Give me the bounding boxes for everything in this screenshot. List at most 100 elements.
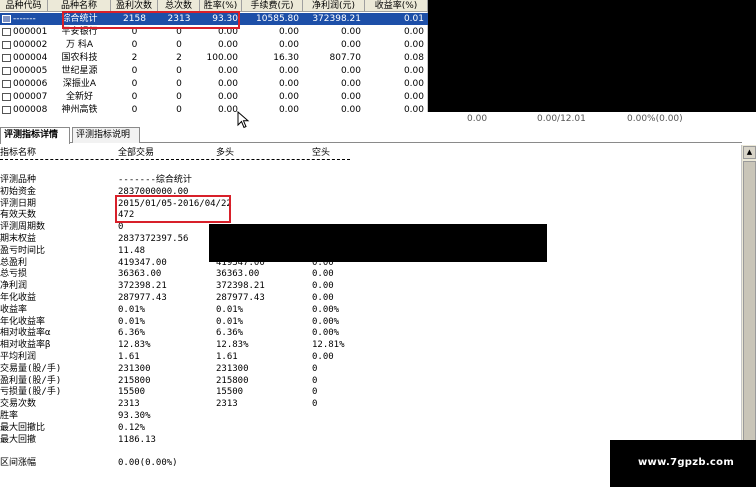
cell-fee: 0.00 bbox=[278, 105, 299, 115]
cell-total: 2 bbox=[176, 53, 182, 63]
report-value-short: 0 bbox=[312, 399, 318, 410]
report-metric-name: 区间涨幅 bbox=[0, 458, 37, 469]
report-row: 相对收益率β 12.83% 12.83% 12.81% bbox=[0, 339, 741, 351]
report-metric-name: 总亏损 bbox=[0, 269, 28, 280]
report-header-metric: 指标名称 bbox=[0, 148, 37, 158]
cell-wins: 0 bbox=[131, 40, 138, 50]
tab-metric-explanation[interactable]: 评测指标说明 bbox=[72, 127, 140, 143]
cell-yield: 0.00 bbox=[403, 66, 424, 76]
report-metric-name: 净利润 bbox=[0, 281, 28, 292]
report-value-all: 0.01% bbox=[118, 304, 146, 315]
report-metric-name: 最大回撤比 bbox=[0, 422, 46, 433]
report-value-all: 2313 bbox=[118, 399, 140, 410]
report-value-long: 372398.21 bbox=[216, 281, 265, 292]
report-metric-name: 最大回撤 bbox=[0, 434, 37, 445]
highlight-box-dates bbox=[115, 195, 231, 223]
report-value-short: 0.00% bbox=[312, 328, 340, 339]
report-value-long: 36363.00 bbox=[216, 269, 260, 280]
cell-code: 000005 bbox=[13, 66, 48, 76]
ghost-cell: 0.00 bbox=[467, 114, 488, 124]
report-value-all: 0.00(0.00%) bbox=[118, 458, 178, 469]
cell-yield: 0.00 bbox=[403, 40, 424, 50]
report-value-long: 0.01% bbox=[216, 316, 244, 327]
highlight-box-summary bbox=[62, 11, 240, 29]
report-metric-name: 评测周期数 bbox=[0, 222, 46, 233]
cell-name: 神州高铁 bbox=[61, 105, 98, 115]
cell-profit: 0.00 bbox=[340, 66, 361, 76]
cell-fee: 0.00 bbox=[278, 27, 299, 37]
cell-fee: 0.00 bbox=[278, 92, 299, 102]
table-row[interactable]: 000002 万 科A 0 0 0.00 0.00 0.00 0.00 bbox=[0, 39, 428, 51]
report-value-long: 2313 bbox=[216, 399, 238, 410]
report-value-short: 0 bbox=[312, 363, 318, 374]
col-header-profit[interactable]: 净利润(元) bbox=[303, 0, 365, 12]
table-row[interactable]: 000006 深振业A 0 0 0.00 0.00 0.00 0.00 bbox=[0, 78, 428, 90]
cell-name: 深振业A bbox=[62, 79, 97, 89]
cell-code: 000004 bbox=[13, 53, 48, 63]
report-row: 年化收益 287977.43 287977.43 0.00 bbox=[0, 292, 741, 304]
cell-winrate: 0.00 bbox=[217, 92, 238, 102]
report-metric-name: 相对收益率β bbox=[0, 340, 51, 351]
cell-total: 0 bbox=[176, 79, 182, 89]
cell-fee: 10585.80 bbox=[256, 14, 299, 24]
report-row: 评测品种 -------综合统计 bbox=[0, 174, 741, 186]
partial-row-strip: 0.00 0.00/12.01 0.00%(0.00) bbox=[427, 112, 756, 128]
report-value-long: 231300 bbox=[216, 363, 249, 374]
report-value-all: 2837372397.56 bbox=[118, 234, 189, 244]
cell-wins: 0 bbox=[131, 92, 138, 102]
tab-bar: 评测指标详情 评测指标说明 bbox=[0, 127, 742, 144]
cell-fee: 0.00 bbox=[278, 40, 299, 50]
report-scrollbar[interactable]: ▲ ▼ bbox=[741, 145, 756, 487]
cell-total: 0 bbox=[176, 66, 182, 76]
tab-metric-details[interactable]: 评测指标详情 bbox=[0, 127, 70, 144]
report-row: 相对收益率α 6.36% 6.36% 0.00% bbox=[0, 327, 741, 339]
table-row[interactable]: 000005 世纪星源 0 0 0.00 0.00 0.00 0.00 bbox=[0, 65, 428, 77]
table-row[interactable]: 000004 国农科技 2 2 100.00 16.30 807.70 0.08 bbox=[0, 52, 428, 64]
cell-profit: 0.00 bbox=[340, 27, 361, 37]
col-header-yield[interactable]: 收益率(%) bbox=[365, 0, 428, 12]
cell-yield: 0.08 bbox=[403, 53, 424, 63]
cell-profit: 0.00 bbox=[340, 92, 361, 102]
watermark-text: www.7gpzb.com bbox=[638, 457, 735, 468]
redacted-block bbox=[428, 0, 756, 112]
scroll-up-icon[interactable]: ▲ bbox=[743, 146, 756, 159]
cell-name: 万 科A bbox=[65, 40, 94, 50]
redacted-block bbox=[209, 224, 547, 262]
report-header-row: 指标名称 全部交易 多头 空头 bbox=[0, 147, 741, 159]
table-row[interactable]: 000008 神州高铁 0 0 0.00 0.00 0.00 0.00 bbox=[0, 104, 428, 116]
report-metric-name: 平均利润 bbox=[0, 352, 37, 362]
report-row: 亏损量(股/手) 15500 15500 0 bbox=[0, 386, 741, 398]
cell-yield: 0.00 bbox=[403, 92, 424, 102]
cell-fee: 0.00 bbox=[278, 79, 299, 89]
cell-winrate: 0.00 bbox=[217, 105, 238, 115]
cell-yield: 0.00 bbox=[403, 79, 424, 89]
cell-winrate: 0.00 bbox=[217, 66, 238, 76]
report-value-short: 0 bbox=[312, 387, 318, 398]
cell-profit: 0.00 bbox=[340, 79, 361, 89]
cell-yield: 0.00 bbox=[403, 105, 424, 115]
report-value-all: 0.12% bbox=[118, 422, 146, 433]
report-metric-name: 年化收益 bbox=[0, 293, 37, 303]
col-header-code[interactable]: 品种代码 bbox=[0, 0, 48, 12]
cell-code: 000007 bbox=[13, 92, 48, 102]
cell-wins: 0 bbox=[131, 79, 138, 89]
report-row: 胜率 93.30% bbox=[0, 410, 741, 422]
cell-wins: 0 bbox=[131, 66, 138, 76]
report-value-short: 0.00 bbox=[312, 269, 334, 280]
report-row: 有效天数 472 bbox=[0, 209, 741, 221]
report-metric-name: 评测日期 bbox=[0, 198, 37, 209]
table-row[interactable]: 000007 全新好 0 0 0.00 0.00 0.00 0.00 bbox=[0, 91, 428, 103]
col-header-fee[interactable]: 手续费(元) bbox=[242, 0, 303, 12]
report-row: 交易量(股/手) 231300 231300 0 bbox=[0, 363, 741, 375]
cell-yield: 0.00 bbox=[403, 27, 424, 37]
report-value-all: 231300 bbox=[118, 363, 151, 374]
report-metric-name: 有效天数 bbox=[0, 210, 37, 221]
ghost-cell: 0.00/12.01 bbox=[537, 114, 586, 124]
scroll-thumb[interactable] bbox=[743, 161, 756, 461]
cell-winrate: 0.00 bbox=[217, 79, 238, 89]
report-value-all: 93.30% bbox=[118, 411, 151, 421]
cell-total: 0 bbox=[176, 105, 182, 115]
report-row: 盈利量(股/手) 215800 215800 0 bbox=[0, 375, 741, 387]
report-header-long: 多头 bbox=[216, 148, 235, 158]
metrics-report: 指标名称 全部交易 多头 空头 评测品种 -------综合统计 初始资金 28370… bbox=[0, 145, 741, 487]
